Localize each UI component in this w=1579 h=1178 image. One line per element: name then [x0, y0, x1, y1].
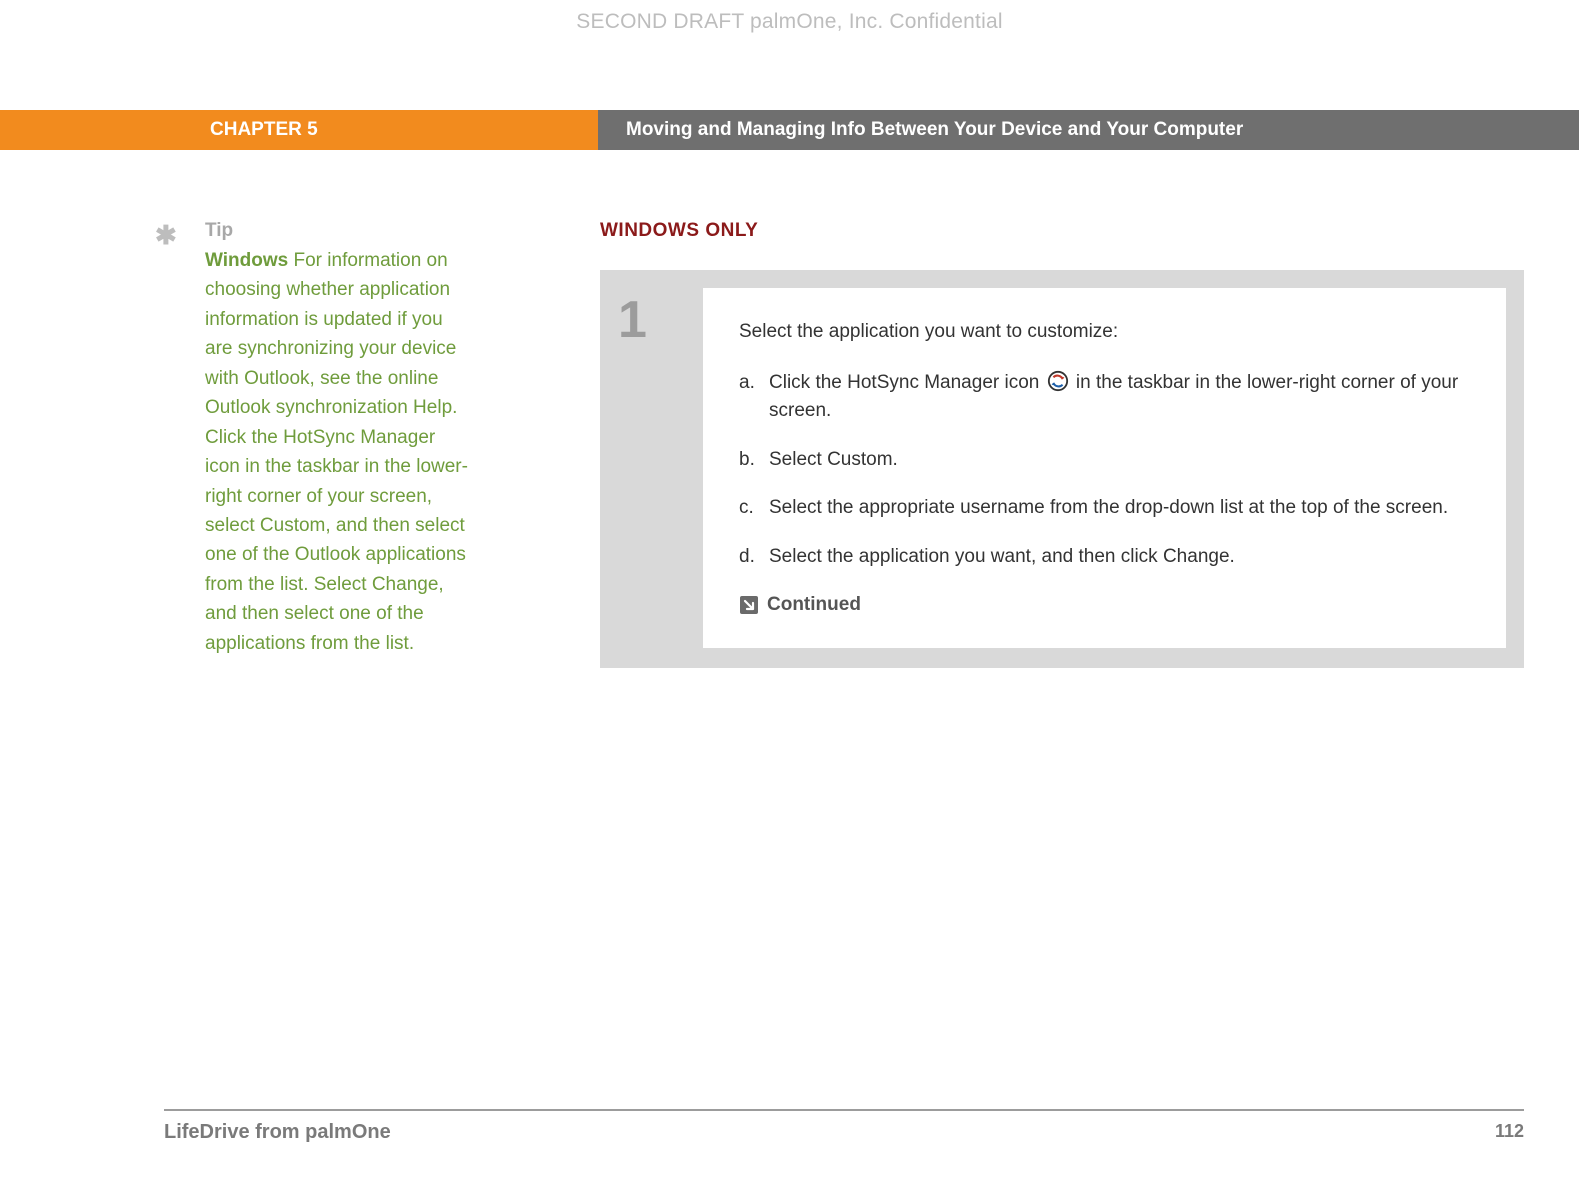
substep-letter-a: a.	[739, 369, 769, 426]
substep-b: b. Select Custom.	[739, 446, 1470, 475]
substep-d: d. Select the application you want, and …	[739, 543, 1470, 572]
asterisk-icon: ✱	[155, 220, 177, 251]
substep-letter-c: c.	[739, 494, 769, 523]
header-bar: CHAPTER 5 Moving and Managing Info Betwe…	[0, 110, 1579, 150]
tip-block: ✱ Tip Windows For information on choosin…	[165, 220, 485, 658]
step-box: 1 Select the application you want to cus…	[600, 270, 1524, 668]
step-content: Select the application you want to custo…	[703, 288, 1506, 648]
watermark-text: SECOND DRAFT palmOne, Inc. Confidential	[0, 10, 1579, 34]
tip-body: Windows For information on choosing whet…	[205, 246, 475, 658]
substep-text-d: Select the application you want, and the…	[769, 543, 1470, 572]
substep-text-c: Select the appropriate username from the…	[769, 494, 1470, 523]
main-column: WINDOWS ONLY 1 Select the application yo…	[600, 220, 1524, 668]
tip-rest: For information on choosing whether appl…	[205, 250, 468, 654]
chapter-label: CHAPTER 5	[0, 110, 598, 150]
substep-a: a. Click the HotSync Manager icon in the…	[739, 369, 1470, 426]
tip-bold-start: Windows	[205, 250, 288, 271]
down-right-arrow-icon	[739, 595, 759, 615]
continued-row: Continued	[739, 591, 1470, 620]
tip-label: Tip	[205, 220, 485, 242]
chapter-title: Moving and Managing Info Between Your De…	[598, 110, 1579, 150]
substep-letter-d: d.	[739, 543, 769, 572]
substep-letter-b: b.	[739, 446, 769, 475]
footer: LifeDrive from palmOne 112	[164, 1109, 1524, 1144]
continued-label: Continued	[767, 591, 861, 620]
step-number: 1	[618, 288, 703, 648]
substep-text-b: Select Custom.	[769, 446, 1470, 475]
windows-only-label: WINDOWS ONLY	[600, 220, 1524, 242]
hotsync-icon	[1047, 370, 1069, 392]
step-intro: Select the application you want to custo…	[739, 318, 1470, 347]
substep-c: c. Select the appropriate username from …	[739, 494, 1470, 523]
footer-title: LifeDrive from palmOne	[164, 1121, 391, 1144]
footer-page-number: 112	[1495, 1121, 1524, 1142]
content-area: ✱ Tip Windows For information on choosin…	[0, 220, 1579, 1178]
substep-a-pre: Click the HotSync Manager icon	[769, 372, 1045, 393]
substep-text-a: Click the HotSync Manager icon in the ta…	[769, 369, 1470, 426]
